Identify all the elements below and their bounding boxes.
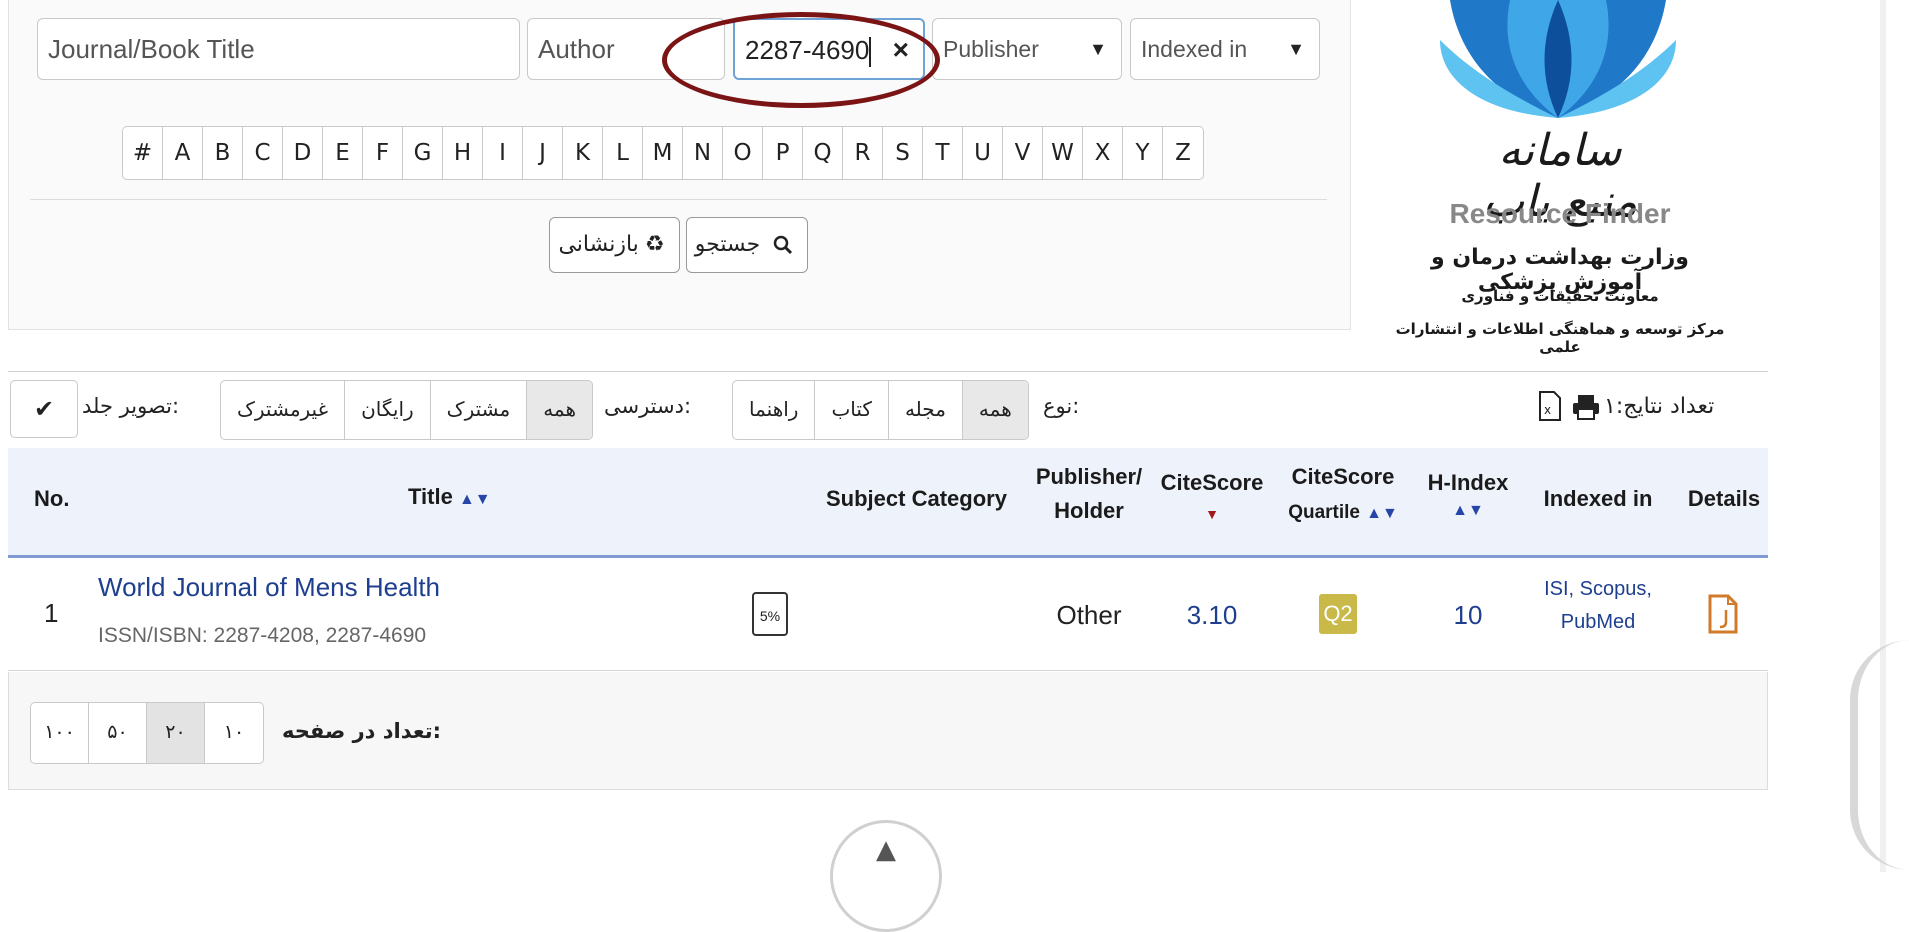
type-filter-option[interactable]: مجله [887, 381, 962, 439]
page-size-option[interactable]: ۲۰ [147, 703, 205, 763]
alphabet-letter[interactable]: V [1003, 127, 1043, 179]
page-size-label: تعداد در صفحه: [282, 719, 442, 743]
col-subject-category: Subject Category [826, 486, 1007, 511]
logo-lotus-icon [1440, 0, 1676, 118]
alphabet-letter[interactable]: L [603, 127, 643, 179]
alphabet-filter-bar: # A B C D E F G H I J K L M N O P Q R S T U V W X Y Z [122, 126, 1204, 180]
col-indexed-in: Indexed in [1543, 486, 1653, 511]
highlight-ellipse-annotation [662, 12, 940, 108]
citescore-value: 3.10 [1186, 600, 1238, 630]
sort-icon: ▲▼ [1366, 505, 1398, 522]
type-filter-option[interactable]: راهنما [733, 381, 814, 439]
access-filter-label: دسترسی: [604, 394, 692, 418]
cover-image-toggle[interactable]: ✔ [10, 380, 78, 438]
col-details: Details [1687, 486, 1761, 511]
type-filter-option[interactable]: کتاب [814, 381, 887, 439]
table-row: 1 World Journal of Mens Health ISSN/ISBN… [8, 558, 1768, 671]
publisher-select[interactable]: Publisher ▼ [932, 18, 1122, 80]
search-button[interactable]: جستجو [686, 217, 808, 273]
publisher-value: Other [1056, 600, 1122, 630]
access-filter-option[interactable]: غیرمشترک [221, 381, 344, 439]
alphabet-letter[interactable]: # [123, 127, 163, 179]
alphabet-letter[interactable]: Y [1123, 127, 1163, 179]
issn-text: ISSN/ISBN: 2287-4208, 2287-4690 [98, 624, 427, 647]
svg-text:x: x [1544, 403, 1551, 417]
page-size-option[interactable]: ۱۰ [205, 703, 263, 763]
alphabet-letter[interactable]: P [763, 127, 803, 179]
chevron-up-icon: ▲ [876, 835, 896, 865]
alphabet-letter[interactable]: W [1043, 127, 1083, 179]
print-icon[interactable] [1572, 394, 1600, 425]
search-icon [766, 232, 793, 257]
alphabet-letter[interactable]: T [923, 127, 963, 179]
scroll-to-top-button[interactable]: ▲ [830, 820, 942, 932]
col-h-index[interactable]: H-Index ▲▼ [1418, 470, 1518, 520]
alphabet-letter[interactable]: X [1083, 127, 1123, 179]
alphabet-letter[interactable]: F [363, 127, 403, 179]
access-filter-option[interactable]: رایگان [344, 381, 430, 439]
cover-image-label: تصویر جلد: [82, 394, 180, 418]
reset-button[interactable]: بازنشانی ♻ [549, 217, 680, 273]
col-citescore-quartile[interactable]: CiteScore Quartile ▲▼ [1280, 464, 1406, 524]
alphabet-letter[interactable]: K [563, 127, 603, 179]
h-index-value: 10 [1453, 600, 1483, 630]
caret-down-icon: ▼ [1287, 39, 1305, 59]
alphabet-letter[interactable]: O [723, 127, 763, 179]
subject-category-icon[interactable]: 5% [752, 592, 788, 636]
alphabet-letter[interactable]: U [963, 127, 1003, 179]
page-size-option[interactable]: ۱۰۰ [31, 703, 89, 763]
divider [30, 199, 1327, 200]
alphabet-letter[interactable]: S [883, 127, 923, 179]
center-name: مرکز توسعه و هماهنگی اطلاعات و انتشارات … [1395, 320, 1725, 356]
sort-icon: ▲▼ [458, 491, 491, 508]
alphabet-letter[interactable]: N [683, 127, 723, 179]
logo-english-text: Resource Finder [1449, 198, 1671, 229]
alphabet-letter[interactable]: H [443, 127, 483, 179]
quartile-badge: Q2 [1319, 594, 1357, 634]
details-document-icon[interactable] [1708, 594, 1738, 638]
alphabet-letter[interactable]: G [403, 127, 443, 179]
access-filter-option[interactable]: مشترک [429, 381, 527, 439]
alphabet-letter[interactable]: B [203, 127, 243, 179]
access-filter-group: همه مشترک رایگان غیرمشترک [220, 380, 594, 440]
alphabet-letter[interactable]: A [163, 127, 203, 179]
excel-export-icon[interactable]: x [1538, 391, 1562, 425]
indexed-in-links[interactable]: ISI, Scopus, PubMed [1538, 578, 1658, 634]
alphabet-letter[interactable]: E [323, 127, 363, 179]
section-divider [8, 371, 1768, 372]
alphabet-letter[interactable]: D [283, 127, 323, 179]
sort-desc-icon: ▼ [1205, 506, 1219, 522]
page-curl-decoration [1850, 640, 1909, 870]
alphabet-letter[interactable]: Z [1163, 127, 1203, 179]
pagination-panel [8, 672, 1768, 790]
type-filter-label: نوع: [1043, 394, 1080, 418]
alphabet-letter[interactable]: M [643, 127, 683, 179]
col-title[interactable]: Title ▲▼ [408, 484, 491, 510]
alphabet-letter[interactable]: C [243, 127, 283, 179]
results-count: تعداد نتایج:۱ [1604, 394, 1715, 419]
sort-icon: ▲▼ [1452, 502, 1484, 519]
title-search-input[interactable]: Journal/Book Title [37, 18, 520, 80]
alphabet-letter[interactable]: Q [803, 127, 843, 179]
col-publisher: Publisher/Holder [1035, 464, 1143, 523]
alphabet-letter[interactable]: R [843, 127, 883, 179]
results-table-header: No. Title ▲▼ Subject Category Publisher/… [8, 448, 1768, 558]
type-filter-option[interactable]: همه [961, 381, 1028, 439]
recycle-icon: ♻ [644, 232, 665, 257]
page-size-option[interactable]: ۵۰ [89, 703, 147, 763]
row-number: 1 [44, 598, 59, 628]
access-filter-option[interactable]: همه [526, 381, 593, 439]
journal-title-link[interactable]: World Journal of Mens Health [98, 572, 440, 603]
page-size-selector: ۱۰۰ ۵۰ ۲۰ ۱۰ [30, 702, 264, 764]
deputy-name: معاونت تحقیقات و فناوری [1461, 287, 1659, 305]
col-citescore[interactable]: CiteScore ▼ [1156, 470, 1268, 522]
caret-down-icon: ▼ [1089, 39, 1107, 59]
alphabet-letter[interactable]: J [523, 127, 563, 179]
col-no: No. [34, 486, 70, 511]
alphabet-letter[interactable]: I [483, 127, 523, 179]
indexed-in-select[interactable]: Indexed in ▼ [1130, 18, 1320, 80]
type-filter-group: همه مجله کتاب راهنما [732, 380, 1029, 440]
